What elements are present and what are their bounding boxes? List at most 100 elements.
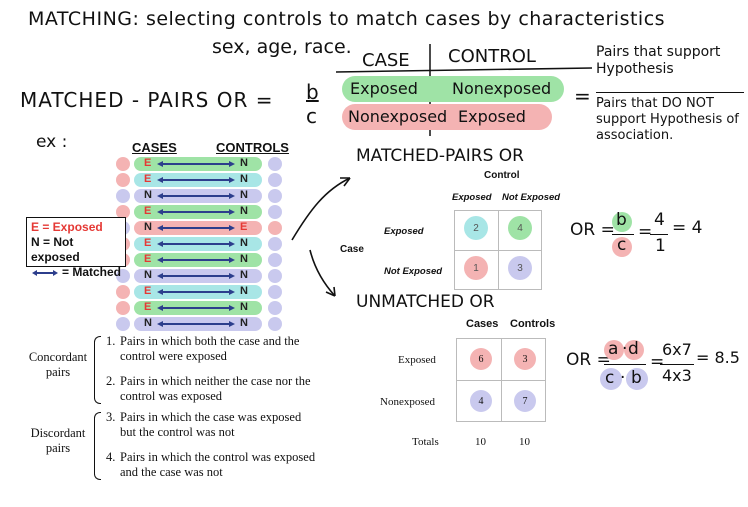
unmatched-row-nonexposed: Nonexposed xyxy=(380,396,435,408)
unmatched-row-exposed: Exposed xyxy=(398,354,436,366)
case-dot xyxy=(116,173,130,187)
control-dot xyxy=(268,317,282,331)
unmatched-cell-a: 6 xyxy=(470,348,492,370)
matched-arrow-icon xyxy=(157,273,235,279)
discordant-label: Discordant pairs xyxy=(30,426,86,455)
matched-cell-a: 2 xyxy=(464,216,488,240)
concordant-2: Pairs in which neither the case nor the … xyxy=(120,374,311,403)
legend-not-exposed: N = Not exposed xyxy=(31,235,80,264)
pair-row: EN xyxy=(110,204,300,220)
pair-row: EN xyxy=(110,172,300,188)
concordant-label: Concordant pairs xyxy=(28,350,88,379)
discordant-3-num: 3. xyxy=(106,410,116,424)
unmatched-col-cases: Cases xyxy=(466,318,499,330)
unmatched-total-controls: 10 xyxy=(519,436,530,448)
row2-case: Nonexposed xyxy=(348,107,448,126)
matched-arrow-icon xyxy=(157,177,235,183)
control-letter: N xyxy=(240,285,248,297)
case-letter: E xyxy=(144,237,152,249)
or1-b: b xyxy=(616,210,627,230)
matched-arrow-icon xyxy=(157,257,235,263)
case-letter: E xyxy=(144,173,152,185)
unmatched-col-controls: Controls xyxy=(510,318,556,330)
equals-sign: = xyxy=(574,84,591,108)
matched-col-not-exposed: Not Exposed xyxy=(502,192,561,203)
unmatched-heading: UNMATCHED OR xyxy=(356,292,495,312)
case-letter: E xyxy=(144,285,152,297)
row2-control: Exposed xyxy=(458,107,526,126)
case-dot xyxy=(116,301,130,315)
matched-row-title: Case xyxy=(340,244,364,255)
pair-row: EN xyxy=(110,236,300,252)
matched-arrow-icon xyxy=(157,305,235,311)
row1-control: Nonexposed xyxy=(452,79,552,98)
matched-pairs-or-label: MATCHED - PAIRS OR = xyxy=(20,88,274,112)
legend-exposed: E = Exposed xyxy=(31,220,103,234)
matched-pairs-heading: MATCHED-PAIRS OR xyxy=(356,146,524,166)
discordant-4-num: 4. xyxy=(106,450,116,464)
or2-den: 4x3 xyxy=(662,366,692,385)
notes-title: MATCHING: selecting controls to match ca… xyxy=(28,8,666,30)
matched-table: Control Exposed Not Exposed Case Exposed… xyxy=(334,168,564,298)
or2-num: 6x7 xyxy=(662,340,692,359)
matched-cell-d: 3 xyxy=(508,256,532,280)
side-note-not-support: Pairs that DO NOT support Hypothesis of … xyxy=(596,96,739,143)
matched-arrow-icon xyxy=(157,209,235,215)
unmatched-row-totals: Totals xyxy=(412,436,439,448)
side-note-support: Pairs that support Hypothesis xyxy=(596,44,721,77)
pairs-diagram: CASES CONTROLS ENENNNENNEENENNNENENNN xyxy=(110,140,300,332)
or1-label: OR = xyxy=(570,220,615,240)
pair-row: EN xyxy=(110,156,300,172)
case-letter: E xyxy=(144,253,152,265)
or2-result: = 8.5 xyxy=(696,348,740,367)
discordant-brace xyxy=(94,412,101,480)
control-letter: N xyxy=(240,205,248,217)
cases-header: CASES xyxy=(132,140,177,155)
unmatched-cell-c: 4 xyxy=(470,390,492,412)
controls-header: CONTROLS xyxy=(216,140,289,155)
case-letter: N xyxy=(144,221,152,233)
or2-c: c xyxy=(605,368,615,388)
pair-row: NN xyxy=(110,188,300,204)
case-header: CASE xyxy=(362,50,410,71)
pair-row: EN xyxy=(110,300,300,316)
unmatched-total-cases: 10 xyxy=(475,436,486,448)
pair-row: EN xyxy=(110,284,300,300)
matched-arrow-icon xyxy=(157,289,235,295)
control-letter: N xyxy=(240,253,248,265)
pair-row: NN xyxy=(110,316,300,332)
concordant-1: Pairs in which both the case and the con… xyxy=(120,334,300,363)
row1-case: Exposed xyxy=(350,79,418,98)
control-letter: N xyxy=(240,269,248,281)
case-letter: N xyxy=(144,317,152,329)
concordant-brace xyxy=(94,336,101,404)
case-dot xyxy=(116,189,130,203)
unmatched-cell-b: 3 xyxy=(514,348,536,370)
matched-arrow-icon xyxy=(157,161,235,167)
or-fraction-num: b xyxy=(306,80,319,104)
control-letter: N xyxy=(240,237,248,249)
control-letter: N xyxy=(240,189,248,201)
matched-arrow-icon xyxy=(157,241,235,247)
or2-b: b xyxy=(631,368,642,388)
legend-box: E = Exposed N = Not exposed = Matched xyxy=(26,217,126,279)
control-letter: N xyxy=(240,157,248,169)
matched-cell-b: 4 xyxy=(508,216,532,240)
side-note-divider xyxy=(596,92,744,93)
or1-num: 4 xyxy=(654,210,665,230)
concordant-2-num: 2. xyxy=(106,374,116,388)
control-letter: N xyxy=(240,301,248,313)
concordant-1-num: 1. xyxy=(106,334,116,348)
matched-control-title: Control xyxy=(484,170,520,181)
matched-arrow-icon xyxy=(157,321,235,327)
case-letter: N xyxy=(144,189,152,201)
control-letter: N xyxy=(240,317,248,329)
control-letter: E xyxy=(240,221,248,233)
matched-arrow-icon xyxy=(157,225,235,231)
matched-col-exposed: Exposed xyxy=(452,192,492,203)
matched-arrow-icon xyxy=(32,269,58,276)
or2-dot2: · xyxy=(620,368,626,388)
case-dot xyxy=(116,317,130,331)
pair-row: NE xyxy=(110,220,300,236)
matched-row-exposed: Exposed xyxy=(384,226,424,237)
